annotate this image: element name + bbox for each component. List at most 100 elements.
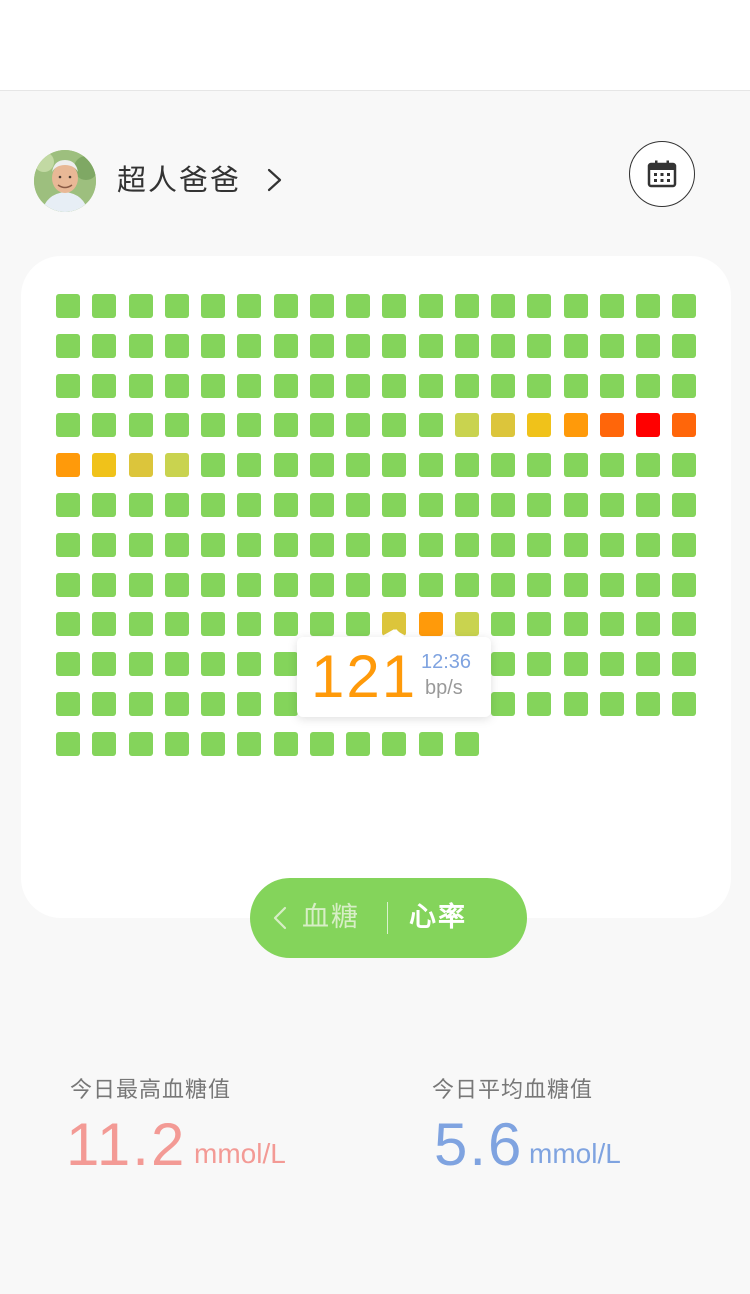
heart-rate-cell[interactable] (564, 533, 588, 557)
heart-rate-cell[interactable] (636, 573, 660, 597)
heart-rate-cell[interactable] (92, 732, 116, 756)
heart-rate-cell[interactable] (491, 453, 515, 477)
avatar[interactable] (34, 150, 96, 212)
heart-rate-cell[interactable] (129, 294, 153, 318)
heart-rate-cell[interactable] (56, 732, 80, 756)
heart-rate-cell[interactable] (165, 294, 189, 318)
heart-rate-cell[interactable] (165, 413, 189, 437)
heart-rate-cell[interactable] (56, 612, 80, 636)
heart-rate-cell[interactable] (672, 612, 696, 636)
heart-rate-cell[interactable] (165, 732, 189, 756)
heart-rate-cell[interactable] (419, 493, 443, 517)
heart-rate-cell[interactable] (237, 413, 261, 437)
heart-rate-cell[interactable] (165, 573, 189, 597)
heart-rate-cell[interactable] (237, 294, 261, 318)
heart-rate-cell[interactable] (92, 652, 116, 676)
heart-rate-cell[interactable] (382, 413, 406, 437)
heart-rate-cell[interactable] (564, 413, 588, 437)
heart-rate-cell[interactable] (382, 732, 406, 756)
heart-rate-cell[interactable] (346, 374, 370, 398)
heart-rate-cell[interactable] (527, 573, 551, 597)
heart-rate-cell[interactable] (600, 374, 624, 398)
heart-rate-cell[interactable] (274, 334, 298, 358)
heart-rate-cell[interactable] (129, 533, 153, 557)
heart-rate-cell[interactable] (274, 374, 298, 398)
heart-rate-cell[interactable] (56, 573, 80, 597)
heart-rate-cell[interactable] (527, 413, 551, 437)
heart-rate-cell[interactable] (527, 533, 551, 557)
heart-rate-cell[interactable] (491, 652, 515, 676)
heart-rate-cell[interactable] (491, 533, 515, 557)
heart-rate-cell[interactable] (491, 334, 515, 358)
heart-rate-cell[interactable] (672, 413, 696, 437)
heart-rate-cell[interactable] (56, 294, 80, 318)
heart-rate-cell[interactable] (455, 294, 479, 318)
heart-rate-cell[interactable] (419, 732, 443, 756)
heart-rate-cell[interactable] (600, 334, 624, 358)
heart-rate-cell[interactable] (419, 453, 443, 477)
heart-rate-cell[interactable] (237, 533, 261, 557)
heart-rate-cell[interactable] (346, 493, 370, 517)
heart-rate-cell[interactable] (382, 374, 406, 398)
heart-rate-cell[interactable] (92, 294, 116, 318)
heart-rate-cell[interactable] (600, 453, 624, 477)
heart-rate-cell[interactable] (129, 692, 153, 716)
heart-rate-cell[interactable] (672, 294, 696, 318)
heart-rate-cell[interactable] (165, 453, 189, 477)
heart-rate-cell[interactable] (382, 533, 406, 557)
heart-rate-cell[interactable] (455, 413, 479, 437)
heart-rate-cell[interactable] (527, 294, 551, 318)
heart-rate-cell[interactable] (600, 533, 624, 557)
heart-rate-cell[interactable] (382, 573, 406, 597)
heart-rate-cell[interactable] (274, 413, 298, 437)
heart-rate-cell[interactable] (165, 533, 189, 557)
heart-rate-cell[interactable] (491, 294, 515, 318)
heart-rate-cell[interactable] (600, 413, 624, 437)
heart-rate-cell[interactable] (672, 453, 696, 477)
heart-rate-cell[interactable] (455, 573, 479, 597)
heart-rate-cell[interactable] (346, 453, 370, 477)
heart-rate-cell[interactable] (527, 493, 551, 517)
heart-rate-cell[interactable] (346, 612, 370, 636)
heart-rate-cell[interactable] (672, 692, 696, 716)
heart-rate-cell[interactable] (672, 573, 696, 597)
heart-rate-cell[interactable] (237, 334, 261, 358)
heart-rate-cell[interactable] (636, 652, 660, 676)
heart-rate-cell[interactable] (201, 413, 225, 437)
heart-rate-cell[interactable] (237, 612, 261, 636)
heart-rate-cell[interactable] (636, 612, 660, 636)
heart-rate-cell[interactable] (455, 612, 479, 636)
heart-rate-cell[interactable] (491, 573, 515, 597)
heart-rate-cell[interactable] (636, 533, 660, 557)
heart-rate-cell[interactable] (310, 374, 334, 398)
heart-rate-cell[interactable] (636, 294, 660, 318)
heart-rate-cell[interactable] (527, 453, 551, 477)
heart-rate-cell[interactable] (419, 374, 443, 398)
heart-rate-cell[interactable] (346, 294, 370, 318)
heart-rate-cell[interactable] (636, 692, 660, 716)
heart-rate-cell[interactable] (672, 493, 696, 517)
heart-rate-cell[interactable] (564, 374, 588, 398)
heart-rate-cell[interactable] (346, 732, 370, 756)
heart-rate-cell[interactable] (129, 334, 153, 358)
heart-rate-cell[interactable] (310, 612, 334, 636)
heart-rate-cell[interactable] (600, 573, 624, 597)
heart-rate-cell[interactable] (672, 374, 696, 398)
heart-rate-cell[interactable] (201, 493, 225, 517)
heart-rate-cell[interactable] (382, 453, 406, 477)
heart-rate-cell[interactable] (237, 652, 261, 676)
heart-rate-cell[interactable] (672, 533, 696, 557)
heart-rate-cell[interactable] (129, 612, 153, 636)
heart-rate-cell[interactable] (600, 294, 624, 318)
heart-rate-cell[interactable] (310, 493, 334, 517)
heart-rate-cell[interactable] (564, 573, 588, 597)
heart-rate-cell[interactable] (274, 612, 298, 636)
heart-rate-cell[interactable] (165, 652, 189, 676)
heart-rate-cell[interactable] (672, 652, 696, 676)
heart-rate-cell[interactable] (455, 732, 479, 756)
heart-rate-cell[interactable] (201, 533, 225, 557)
heart-rate-cell[interactable] (600, 652, 624, 676)
heart-rate-cell[interactable] (274, 573, 298, 597)
heart-rate-cell[interactable] (56, 334, 80, 358)
heart-rate-cell[interactable] (92, 692, 116, 716)
